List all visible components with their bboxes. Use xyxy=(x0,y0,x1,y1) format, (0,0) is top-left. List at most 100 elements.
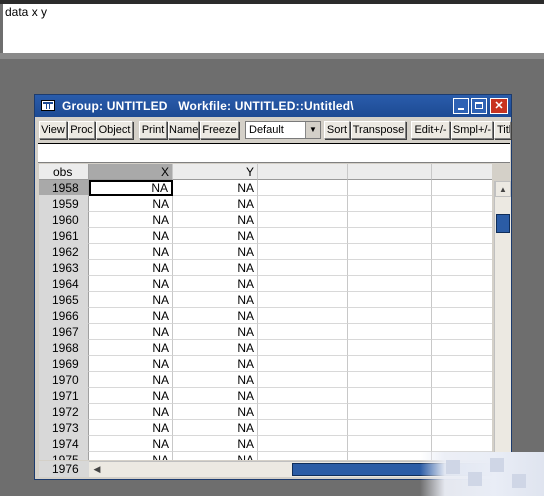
column-header-empty[interactable] xyxy=(258,164,348,180)
column-header-y[interactable]: Y xyxy=(173,164,258,180)
y-value-cell[interactable]: NA xyxy=(173,388,258,404)
empty-cell[interactable] xyxy=(348,244,432,260)
object-button[interactable]: Object xyxy=(96,121,133,139)
proc-button[interactable]: Proc xyxy=(68,121,95,139)
edit-toggle-button[interactable]: Edit+/- xyxy=(411,121,450,139)
x-value-cell[interactable]: NA xyxy=(89,404,173,420)
empty-cell[interactable] xyxy=(258,228,348,244)
minimize-button[interactable] xyxy=(453,98,469,114)
empty-cell[interactable] xyxy=(432,388,492,404)
empty-cell[interactable] xyxy=(432,196,492,212)
title-button[interactable]: Title xyxy=(494,121,511,139)
y-value-cell[interactable]: NA xyxy=(173,292,258,308)
transpose-button[interactable]: Transpose xyxy=(351,121,406,139)
y-value-cell[interactable]: NA xyxy=(173,228,258,244)
empty-cell[interactable] xyxy=(432,260,492,276)
y-value-cell[interactable]: NA xyxy=(173,196,258,212)
maximize-button[interactable] xyxy=(471,98,487,114)
column-header-empty[interactable] xyxy=(348,164,432,180)
empty-cell[interactable] xyxy=(432,276,492,292)
obs-cell[interactable]: 1962 xyxy=(39,244,89,260)
obs-cell[interactable]: 1961 xyxy=(39,228,89,244)
vertical-scrollbar[interactable]: ▲ xyxy=(494,181,511,461)
empty-cell[interactable] xyxy=(258,388,348,404)
column-header-x[interactable]: X xyxy=(89,164,173,180)
obs-cell[interactable]: 1966 xyxy=(39,308,89,324)
empty-cell[interactable] xyxy=(432,420,492,436)
obs-cell[interactable]: 1971 xyxy=(39,388,89,404)
y-value-cell[interactable]: NA xyxy=(173,244,258,260)
empty-cell[interactable] xyxy=(348,180,432,196)
empty-cell[interactable] xyxy=(432,180,492,196)
x-value-cell[interactable]: NA xyxy=(89,436,173,452)
empty-cell[interactable] xyxy=(432,292,492,308)
empty-cell[interactable] xyxy=(432,308,492,324)
display-format-select[interactable]: Default ▼ xyxy=(245,121,321,139)
empty-cell[interactable] xyxy=(348,404,432,420)
empty-cell[interactable] xyxy=(432,244,492,260)
name-button[interactable]: Name xyxy=(168,121,199,139)
empty-cell[interactable] xyxy=(348,388,432,404)
empty-cell[interactable] xyxy=(348,436,432,452)
x-value-cell[interactable]: NA xyxy=(89,260,173,276)
empty-cell[interactable] xyxy=(432,404,492,420)
scroll-up-icon[interactable]: ▲ xyxy=(495,181,511,197)
empty-cell[interactable] xyxy=(258,308,348,324)
empty-cell[interactable] xyxy=(258,212,348,228)
empty-cell[interactable] xyxy=(258,420,348,436)
x-value-cell[interactable]: NA xyxy=(89,228,173,244)
y-value-cell[interactable]: NA xyxy=(173,276,258,292)
y-value-cell[interactable]: NA xyxy=(173,436,258,452)
vertical-scroll-thumb[interactable] xyxy=(496,214,510,233)
x-value-cell[interactable]: NA xyxy=(89,212,173,228)
empty-cell[interactable] xyxy=(348,260,432,276)
obs-cell[interactable]: 1965 xyxy=(39,292,89,308)
empty-cell[interactable] xyxy=(258,292,348,308)
empty-cell[interactable] xyxy=(348,420,432,436)
obs-cell[interactable]: 1969 xyxy=(39,356,89,372)
cell-edit-field[interactable] xyxy=(38,143,510,163)
empty-cell[interactable] xyxy=(258,276,348,292)
empty-cell[interactable] xyxy=(432,356,492,372)
empty-cell[interactable] xyxy=(258,340,348,356)
obs-cell[interactable]: 1958 xyxy=(39,180,89,196)
y-value-cell[interactable]: NA xyxy=(173,260,258,276)
empty-cell[interactable] xyxy=(348,340,432,356)
x-value-cell[interactable]: NA xyxy=(89,276,173,292)
x-value-cell[interactable]: NA xyxy=(89,308,173,324)
obs-cell[interactable]: 1967 xyxy=(39,324,89,340)
y-value-cell[interactable]: NA xyxy=(173,324,258,340)
command-window[interactable]: data x y xyxy=(3,4,544,53)
partial-row-obs[interactable]: 1976 xyxy=(39,461,89,477)
empty-cell[interactable] xyxy=(258,180,348,196)
y-value-cell[interactable]: NA xyxy=(173,420,258,436)
x-value-cell[interactable]: NA xyxy=(89,340,173,356)
empty-cell[interactable] xyxy=(348,372,432,388)
y-value-cell[interactable]: NA xyxy=(173,452,258,460)
empty-cell[interactable] xyxy=(432,228,492,244)
obs-cell[interactable]: 1964 xyxy=(39,276,89,292)
empty-cell[interactable] xyxy=(348,228,432,244)
x-value-cell[interactable]: NA xyxy=(89,324,173,340)
obs-cell[interactable]: 1963 xyxy=(39,260,89,276)
empty-cell[interactable] xyxy=(432,340,492,356)
close-button[interactable]: ✕ xyxy=(490,98,508,114)
obs-cell[interactable]: 1970 xyxy=(39,372,89,388)
empty-cell[interactable] xyxy=(348,324,432,340)
obs-cell[interactable]: 1968 xyxy=(39,340,89,356)
empty-cell[interactable] xyxy=(432,212,492,228)
y-value-cell[interactable]: NA xyxy=(173,356,258,372)
empty-cell[interactable] xyxy=(258,404,348,420)
scroll-left-icon[interactable]: ◀ xyxy=(89,462,106,477)
x-value-cell[interactable]: NA xyxy=(89,388,173,404)
empty-cell[interactable] xyxy=(258,196,348,212)
empty-cell[interactable] xyxy=(258,324,348,340)
view-button[interactable]: View xyxy=(39,121,67,139)
window-titlebar[interactable]: Group: UNTITLED Workfile: UNTITLED::Unti… xyxy=(35,95,511,117)
horizontal-scroll-track[interactable] xyxy=(105,462,292,477)
obs-cell[interactable]: 1972 xyxy=(39,404,89,420)
obs-cell[interactable]: 1975 xyxy=(39,452,89,460)
y-value-cell[interactable]: NA xyxy=(173,340,258,356)
empty-cell[interactable] xyxy=(348,308,432,324)
empty-cell[interactable] xyxy=(348,276,432,292)
